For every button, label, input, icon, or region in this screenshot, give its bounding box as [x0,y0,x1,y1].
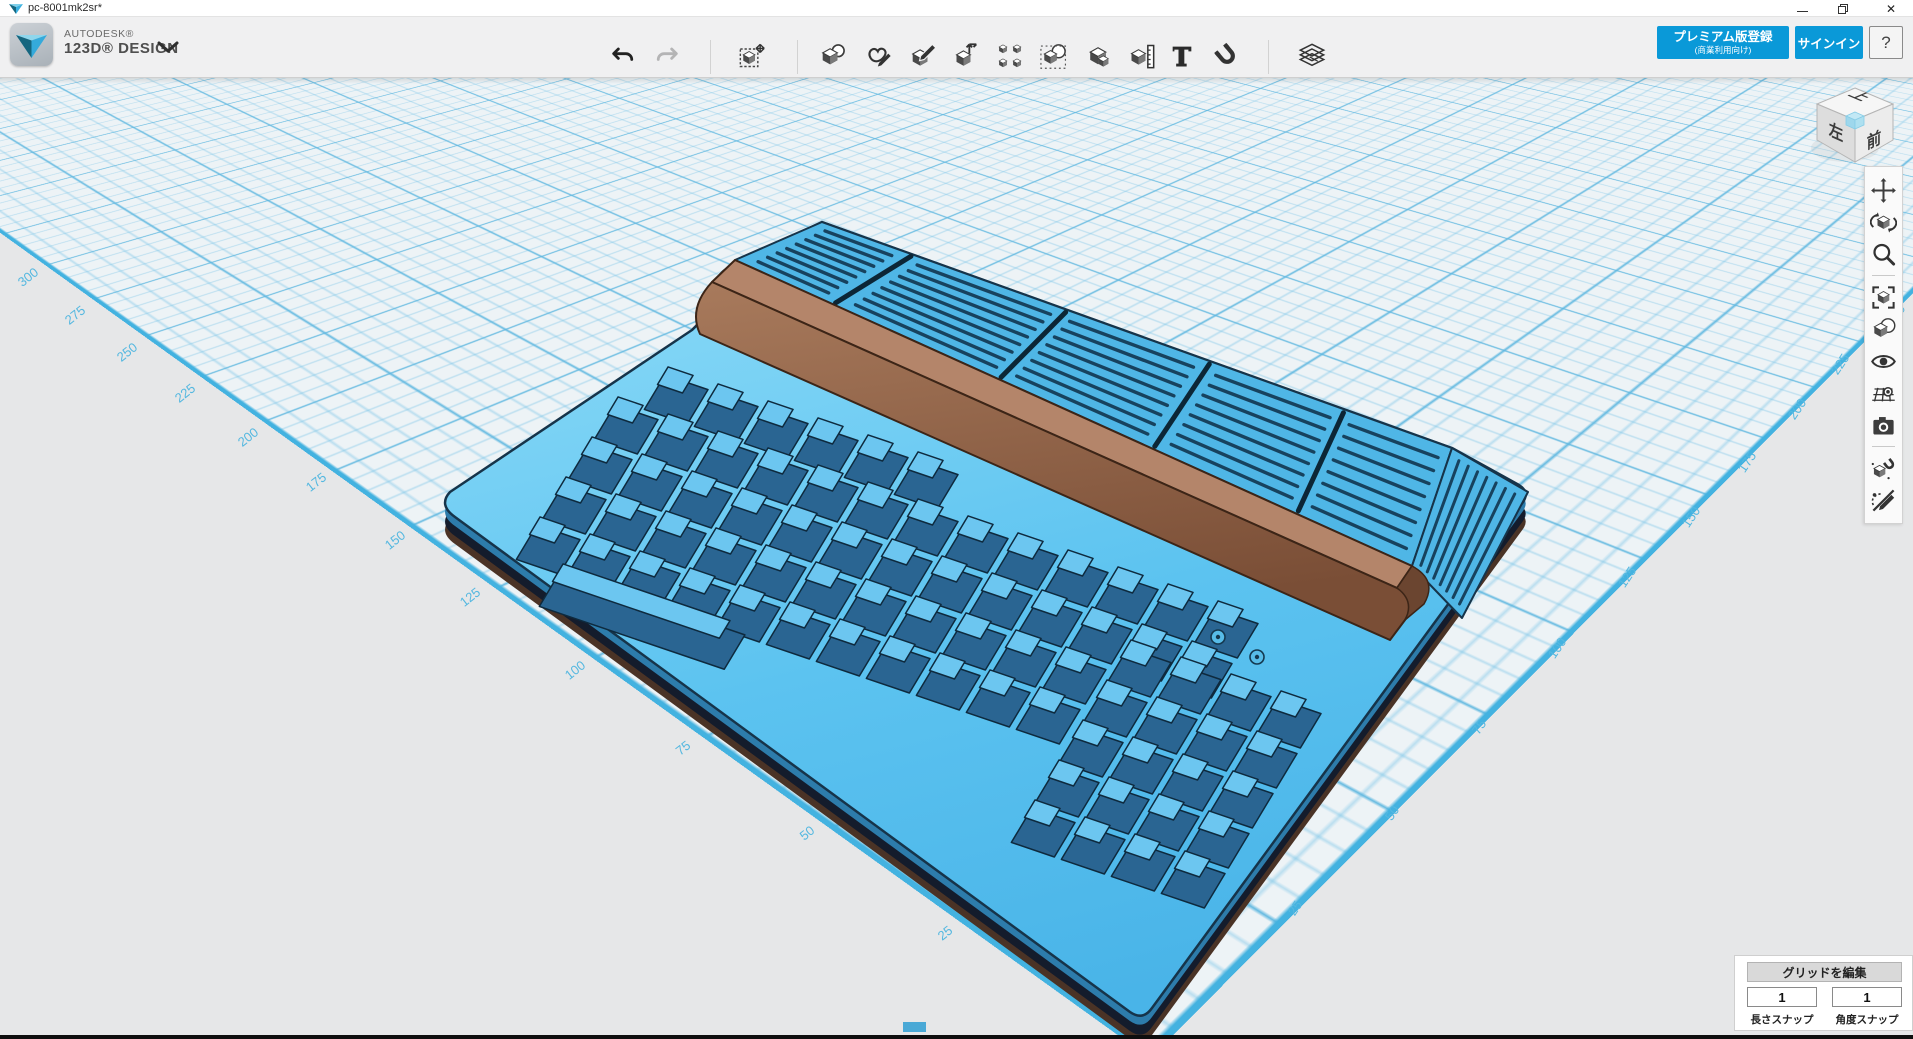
menu-chevron-icon[interactable] [156,39,180,55]
model-pc8001mk2sr[interactable] [0,78,1913,1035]
minimize-icon [1797,11,1808,13]
pattern-tool-button[interactable] [996,42,1024,70]
premium-sublabel: (商業利用向け) [1657,45,1789,55]
show-hide-button[interactable] [1870,348,1897,375]
toolbar-separator [710,40,711,74]
orbit-tool-button[interactable] [1870,209,1897,236]
grouping-tool-button[interactable] [1040,42,1068,70]
edit-grid-button[interactable]: グリッドを編集 [1747,962,1902,982]
app-logo[interactable] [10,23,53,66]
title-bar: pc-8001mk2sr* ✕ [0,0,1913,17]
length-snap-input[interactable] [1747,987,1817,1007]
sign-in-button[interactable]: サインイン [1795,26,1863,59]
window-title: pc-8001mk2sr* [28,2,102,14]
navigation-toolbar [1864,166,1903,524]
app-icon [9,3,23,14]
premium-label: プレミアム版登録 [1657,30,1789,45]
transform-tool-button[interactable] [738,42,766,70]
toolbar-separator [1872,275,1895,276]
primitives-tool-button[interactable] [819,42,847,70]
material-tool-button[interactable] [1298,42,1326,70]
snap-tool-button[interactable] [1213,42,1241,70]
help-button[interactable]: ? [1869,26,1903,59]
undo-button[interactable] [609,42,637,70]
snap-to-object-button[interactable] [1870,455,1897,482]
screenshot-button[interactable] [1870,412,1897,439]
restore-icon [1838,4,1848,14]
grid-settings-panel: グリッドを編集 長さスナップ 角度スナップ [1734,955,1913,1031]
angle-snap-input[interactable] [1832,987,1902,1007]
minimize-button[interactable] [1782,0,1822,17]
viewport-3d[interactable]: 3002752502252001751501251007550252502252… [0,78,1913,1035]
premium-signup-button[interactable]: プレミアム版登録 (商業利用向け) [1657,26,1789,59]
modify-tool-button[interactable] [953,42,981,70]
angle-snap-label: 角度スナップ [1832,1012,1902,1027]
text-tool-button[interactable] [1168,42,1196,70]
combine-tool-button[interactable] [1084,42,1112,70]
pan-tool-button[interactable] [1870,177,1897,204]
viewcube-home-corner[interactable] [1846,112,1864,129]
length-snap-label: 長さスナップ [1747,1012,1817,1027]
redo-button[interactable] [653,42,681,70]
measure-tool-button[interactable] [1128,42,1156,70]
sketch-tool-button[interactable] [865,42,893,70]
window-bottom-border [0,1035,1913,1039]
toolbar-separator [797,40,798,74]
main-toolbar: AUTODESK® 123D® DESIGN [0,17,1913,78]
view-cube[interactable]: 上 左 前 [1803,82,1907,178]
close-icon: ✕ [1886,3,1896,15]
restore-button[interactable] [1823,0,1863,17]
close-button[interactable]: ✕ [1871,0,1911,17]
toolbar-separator [1872,446,1895,447]
fit-view-button[interactable] [1870,284,1897,311]
construct-tool-button[interactable] [909,42,937,70]
toolbar-separator [1268,40,1269,74]
grid-origin-marker [903,1022,926,1032]
123d-logo-icon [10,23,53,66]
material-shading-button[interactable] [1870,316,1897,343]
sketch-visibility-button[interactable] [1870,487,1897,514]
show-grid-button[interactable] [1870,380,1897,407]
zoom-tool-button[interactable] [1870,241,1897,268]
